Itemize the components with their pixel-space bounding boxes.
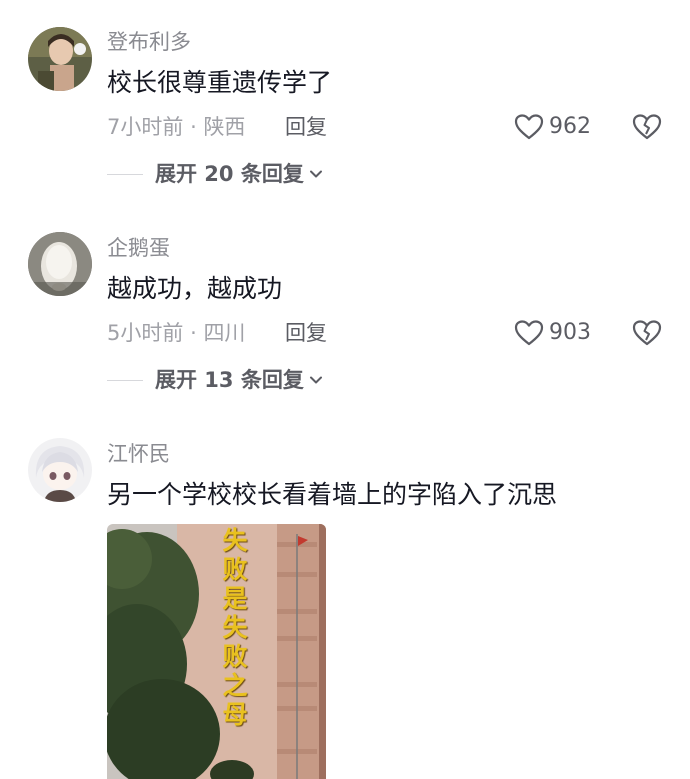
comment-username[interactable]: 企鹅蛋	[107, 234, 170, 262]
comment-username[interactable]: 登布利多	[107, 28, 191, 56]
broken-heart-icon	[632, 114, 662, 140]
comment-text: 校长很尊重遗传学了	[107, 68, 333, 97]
comment-meta: 7小时前 · 陕西	[107, 113, 245, 141]
comment-username[interactable]: 江怀民	[107, 440, 170, 468]
comment-text: 越成功，越成功	[107, 274, 283, 303]
like-count: 962	[549, 114, 591, 139]
broken-heart-icon	[632, 320, 662, 346]
expand-replies-label: 展开 13 条回复	[155, 368, 304, 392]
like-button[interactable]: 903	[514, 318, 591, 348]
reply-button[interactable]: 回复	[285, 319, 327, 347]
avatar[interactable]	[28, 27, 92, 91]
expand-replies-button[interactable]: 展开 13 条回复	[107, 365, 324, 395]
like-button[interactable]: 962	[514, 112, 591, 142]
avatar[interactable]	[28, 232, 92, 296]
like-count: 903	[549, 320, 591, 345]
heart-outline-icon	[514, 320, 544, 346]
divider-line	[107, 379, 143, 381]
reply-button[interactable]: 回复	[285, 113, 327, 141]
dislike-button[interactable]	[632, 113, 662, 141]
avatar[interactable]	[28, 438, 92, 502]
expand-replies-label: 展开 20 条回复	[155, 162, 304, 186]
meta-separator: ·	[190, 115, 197, 139]
comment-time: 5小时前	[107, 321, 184, 345]
chevron-down-icon	[309, 376, 322, 384]
comment-text: 另一个学校校长看着墙上的字陷入了沉思	[107, 480, 558, 509]
expand-replies-button[interactable]: 展开 20 条回复	[107, 159, 324, 189]
comment-image[interactable]: 失败是失败之母	[107, 524, 326, 779]
heart-outline-icon	[514, 114, 544, 140]
dislike-button[interactable]	[632, 319, 662, 347]
comment-location: 四川	[203, 321, 246, 345]
comment-meta: 5小时前 · 四川	[107, 319, 245, 347]
divider-line	[107, 173, 143, 175]
comment-location: 陕西	[203, 115, 246, 139]
meta-separator: ·	[190, 321, 197, 345]
chevron-down-icon	[309, 170, 322, 178]
comment-time: 7小时前	[107, 115, 184, 139]
slogan-text: 失败是失败之母	[222, 526, 248, 729]
